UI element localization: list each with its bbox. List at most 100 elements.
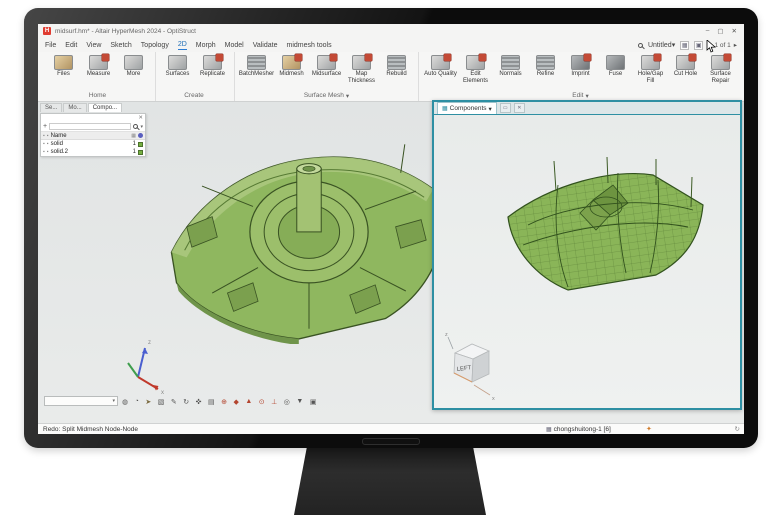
quickbar-icon[interactable]: ▼ [296, 398, 303, 405]
tab-components[interactable]: Compo... [88, 103, 122, 112]
components-window-tab[interactable]: ▦ Components ▾ [437, 102, 497, 114]
mesh-model-canvas[interactable] [498, 155, 718, 305]
quickbar-icon[interactable]: ◍ [122, 398, 128, 406]
column-name[interactable]: Name [51, 133, 130, 139]
edit-elements-icon [466, 55, 485, 70]
tab-session[interactable]: Se... [40, 103, 62, 112]
maximize-button[interactable]: ▢ [717, 27, 723, 35]
quickbar-icon[interactable]: ◆ [233, 398, 238, 406]
normals-button[interactable]: Normals [494, 54, 527, 78]
quickbar-icon[interactable]: ▣ [310, 398, 317, 406]
replicate-button[interactable]: Replicate [196, 54, 229, 78]
panel-close-icon[interactable]: ✕ [138, 115, 143, 121]
column-id-icon[interactable]: ▦ [131, 133, 136, 139]
quickbar-icon[interactable]: ⊕ [221, 398, 227, 406]
command-input[interactable]: ▾ [44, 396, 118, 406]
alert-icon[interactable]: ✦ [646, 425, 652, 433]
command-caret-icon[interactable]: ▾ [112, 398, 115, 404]
mouse-cursor [706, 40, 716, 53]
quickbar-icon[interactable]: ✜ [196, 398, 202, 406]
view-cube[interactable]: z LEFT x [444, 329, 500, 403]
page-next-button[interactable]: ▸ [734, 41, 737, 49]
quickbar-icon[interactable]: ◎ [284, 398, 290, 406]
app-logo-icon: H [43, 27, 51, 35]
quickbar-icon[interactable]: ▲ [245, 398, 252, 405]
session-selector[interactable]: Untitled▾ [648, 41, 675, 49]
quickbar-icon[interactable]: ⊙ [259, 398, 265, 406]
menu-edit[interactable]: Edit [65, 41, 77, 50]
solid-model-canvas[interactable] [156, 130, 462, 344]
monitor-stand [294, 444, 486, 515]
cut-hole-button[interactable]: Cut Hole [669, 54, 702, 78]
minimize-button[interactable]: – [706, 27, 710, 35]
components-window-header[interactable]: ▦ Components ▾ ▭ ✕ [434, 102, 740, 115]
component-name[interactable]: solid [51, 141, 131, 147]
components-browser-panel: ✕ + ▾ ▪ ▪ Name ▦ [40, 113, 146, 157]
surface-repair-button[interactable]: Surface Repair [704, 54, 737, 84]
imprint-icon [571, 55, 590, 70]
menu-sketch[interactable]: Sketch [110, 41, 131, 50]
component-name[interactable]: solid.2 [51, 149, 131, 155]
quickbar-icon[interactable]: ➤ [145, 398, 151, 406]
add-component-button[interactable]: + [43, 124, 47, 130]
display-toggle-icon[interactable]: ▪ [43, 141, 45, 147]
fuse-button[interactable]: Fuse [599, 54, 632, 78]
menu-midmesh-tools[interactable]: midmesh tools [286, 41, 331, 50]
ribbon-group-label-surface-mesh[interactable]: Surface Mesh▾ [240, 90, 413, 101]
browser-filter-icon[interactable]: ▾ [140, 124, 143, 130]
menu-topology[interactable]: Topology [141, 41, 169, 50]
quickbar-icon[interactable]: ✎ [171, 398, 177, 406]
measure-button[interactable]: Measure [82, 54, 115, 78]
map-thickness-icon [352, 55, 371, 70]
more-button[interactable]: More [117, 54, 150, 78]
browser-tabs: Se... Mo... Compo... [40, 103, 123, 112]
auto-quality-button[interactable]: Auto Quality [424, 54, 457, 78]
window-restore-button[interactable]: ▭ [500, 103, 511, 113]
triad-z-label: z [148, 340, 151, 346]
browser-search-icon[interactable] [133, 124, 138, 129]
entity-quickbar: ◍ ◔ ➤ ▧ ✎ ↻ ✜ ▤ ⊕ ◆ ▲ ⊙ ⊥ ◎ ▼ ▣ [122, 396, 316, 407]
menu-file[interactable]: File [45, 41, 56, 50]
edit-elements-button[interactable]: Edit Elements [459, 54, 492, 84]
components-viewport[interactable]: z LEFT x [434, 115, 740, 408]
display-toggle-icon[interactable]: ▪ [43, 149, 45, 155]
tab-model[interactable]: Mo... [63, 103, 86, 112]
quickbar-icon[interactable]: ◔ [135, 398, 139, 405]
map-thickness-button[interactable]: Map Thickness [345, 54, 378, 84]
quickbar-icon[interactable]: ▧ [158, 398, 165, 406]
files-button[interactable]: Files [47, 54, 80, 78]
rebuild-button[interactable]: Rebuild [380, 54, 413, 78]
sync-icon[interactable]: ↻ [735, 425, 740, 433]
quickbar-icon[interactable]: ▤ [208, 398, 215, 406]
ribbon-group-label-create: Create [161, 90, 229, 101]
imprint-button[interactable]: Imprint [564, 54, 597, 78]
titlebar: H midsurf.hm* - Altair HyperMesh 2024 - … [38, 24, 744, 38]
menu-view[interactable]: View [86, 41, 101, 50]
window-close-button[interactable]: ✕ [514, 103, 525, 113]
statusbar: Redo: Split Midmesh Node-Node ▦ chongshu… [38, 423, 744, 434]
component-color-swatch[interactable] [138, 150, 143, 155]
midsurface-button[interactable]: Midsurface [310, 54, 343, 78]
menu-morph[interactable]: Morph [196, 41, 216, 50]
table-row[interactable]: ▪ ▪ solid 1 [41, 140, 145, 148]
hole-gap-fill-button[interactable]: Hole/Gap Fill [634, 54, 667, 84]
quickbar-icon[interactable]: ↻ [183, 398, 189, 406]
surfaces-button[interactable]: Surfaces [161, 54, 194, 78]
search-icon[interactable] [638, 43, 643, 48]
cube-z-label: z [445, 332, 448, 338]
midmesh-button[interactable]: Midmesh [275, 54, 308, 78]
layout-panel-icon[interactable]: ▦ [680, 41, 689, 50]
component-color-swatch[interactable] [138, 142, 143, 147]
close-button[interactable]: ✕ [732, 27, 737, 35]
status-document[interactable]: ▦ chongshuitong-1 [6] [546, 426, 611, 433]
browser-search-input[interactable] [49, 123, 131, 130]
quickbar-icon[interactable]: ⊥ [271, 398, 277, 406]
cube-x-label: x [492, 396, 495, 402]
batchmesher-button[interactable]: BatchMesher [240, 54, 273, 78]
menu-model[interactable]: Model [225, 41, 244, 50]
menu-2d[interactable]: 2D [178, 40, 187, 50]
refine-button[interactable]: Refine [529, 54, 562, 78]
menu-validate[interactable]: Validate [253, 41, 278, 50]
table-row[interactable]: ▪ ▪ solid.2 1 [41, 148, 145, 156]
page-panel-icon[interactable]: ▣ [694, 41, 703, 50]
